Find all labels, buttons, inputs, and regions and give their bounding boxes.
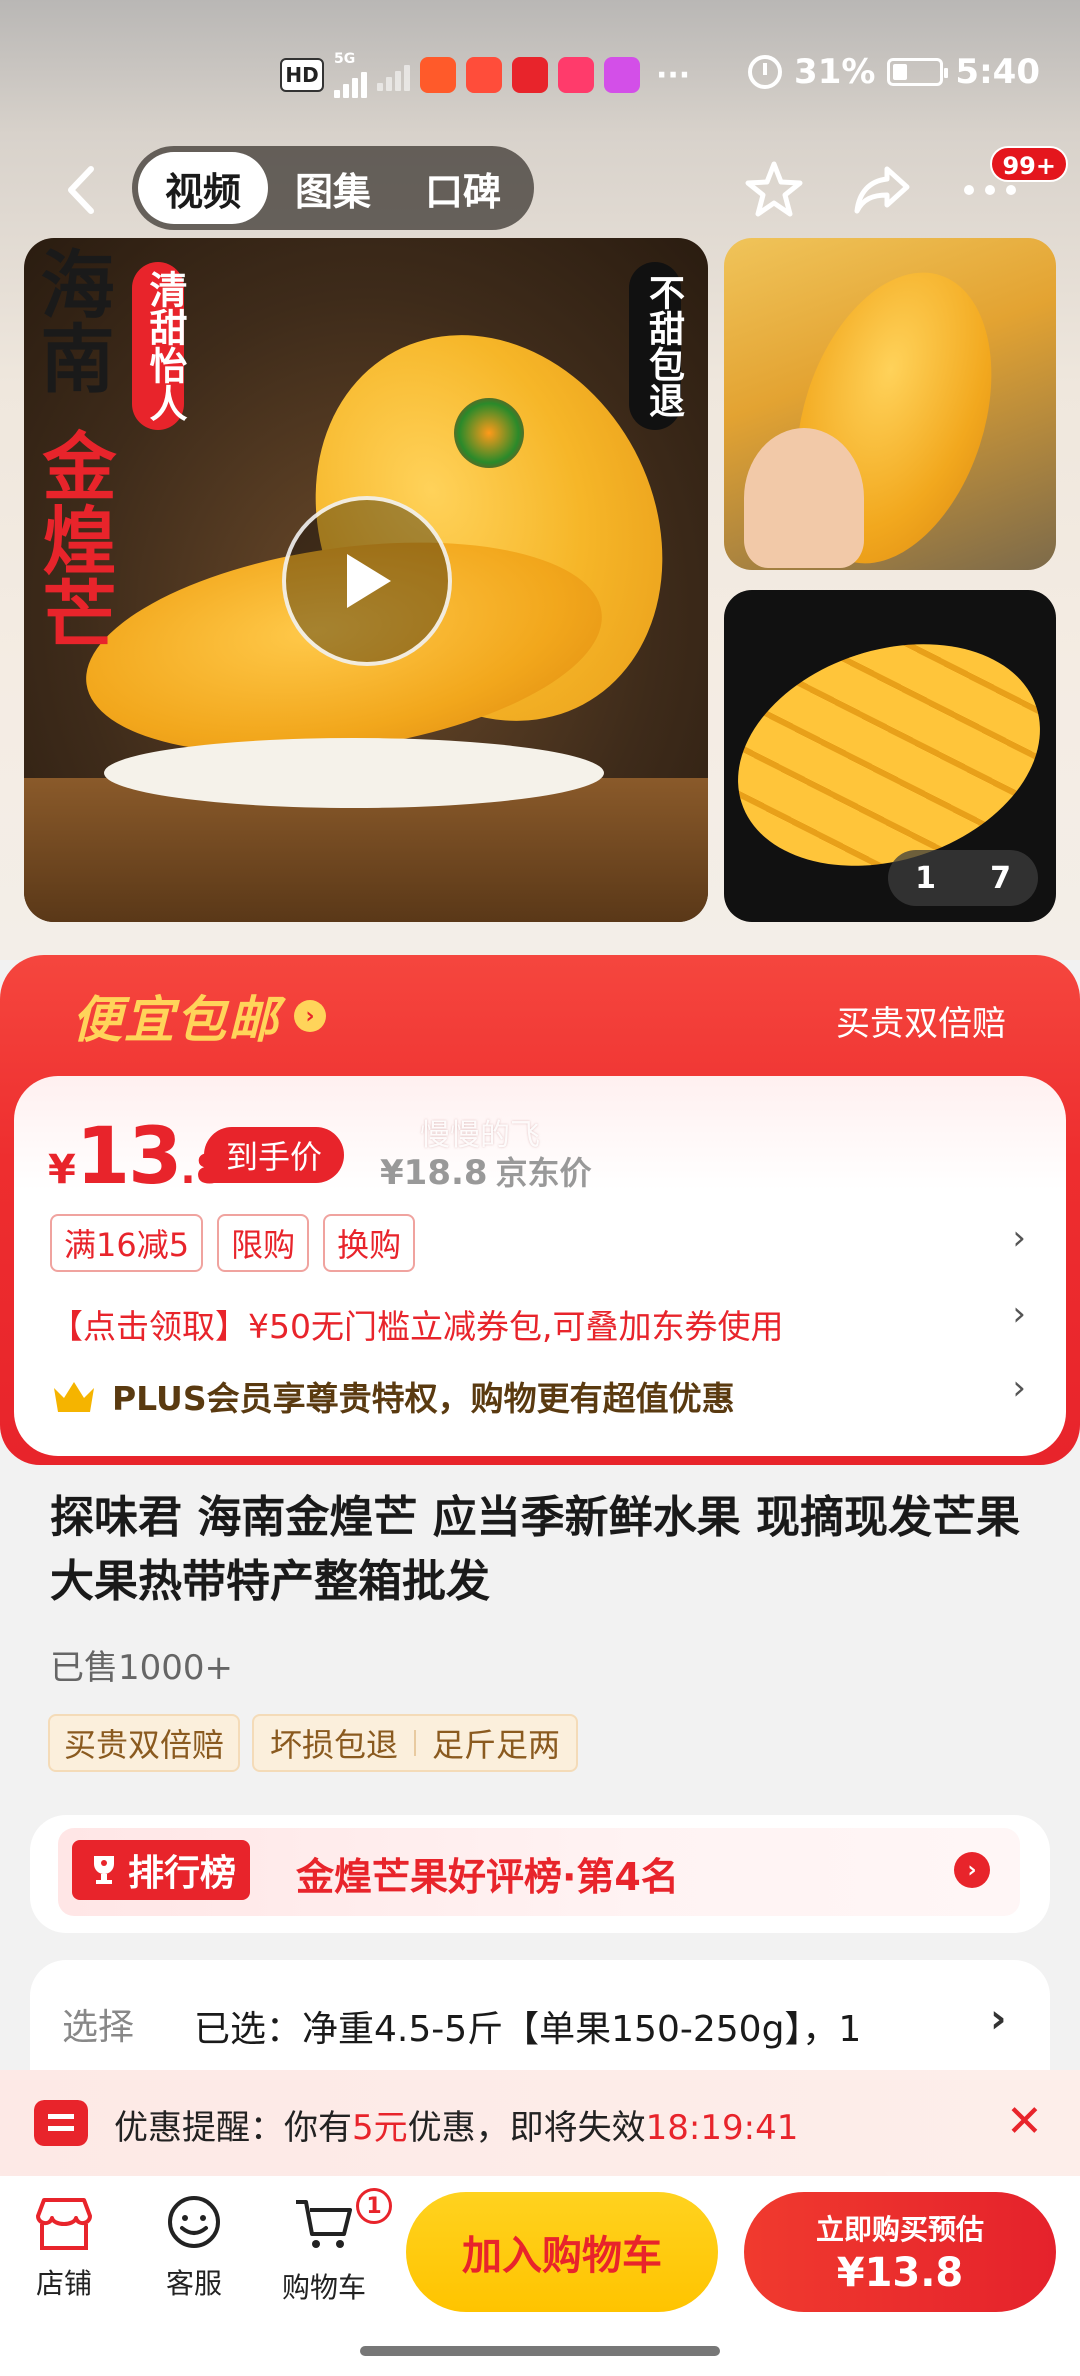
favorite-button[interactable] bbox=[740, 156, 808, 224]
status-bar: HD 5G ··· 31% 5:40 bbox=[0, 0, 1080, 150]
hand-image bbox=[744, 428, 864, 568]
trophy-icon bbox=[94, 1856, 114, 1884]
status-left-icons: HD 5G ··· bbox=[280, 52, 691, 98]
service-tag: 买贵双倍赔 bbox=[48, 1714, 241, 1772]
share-button[interactable] bbox=[848, 156, 916, 224]
app-notification-icon bbox=[420, 57, 456, 93]
cart-icon bbox=[296, 2200, 352, 2248]
mango-sticker-icon bbox=[454, 398, 524, 468]
gallery-thumbnail-1[interactable] bbox=[724, 238, 1056, 570]
store-icon bbox=[36, 2198, 92, 2250]
signal-5g: 5G bbox=[334, 52, 367, 98]
final-price-tag: 到手价 bbox=[204, 1127, 345, 1183]
service-tag: 坏损包退 bbox=[270, 1726, 399, 1764]
chevron-right-icon[interactable]: › bbox=[1012, 1368, 1026, 1408]
overlay-title-red: 金煌芒 bbox=[30, 428, 116, 650]
coupon-icon bbox=[34, 2100, 88, 2146]
battery-percent: 31% bbox=[794, 52, 876, 92]
tab-gallery[interactable]: 图集 bbox=[268, 152, 398, 224]
overlay-title-left: 海南 bbox=[28, 246, 114, 394]
more-notifications-icon: ··· bbox=[656, 57, 691, 93]
promo-right-text[interactable]: 买贵双倍赔 bbox=[836, 996, 1006, 1045]
main-product-video[interactable]: 海南 金煌芒 清甜怡人 不甜包退 bbox=[24, 238, 708, 922]
sold-count: 已售1000+ bbox=[50, 1648, 234, 1688]
promo-tags[interactable]: 满16减5 限购 换购 bbox=[50, 1214, 416, 1272]
chevron-right-icon: › bbox=[294, 1000, 326, 1032]
service-tag-group: 坏损包退 足斤足两 bbox=[252, 1714, 579, 1772]
media-tabs: 视频 图集 口碑 bbox=[132, 146, 534, 230]
buy-now-button[interactable]: 立即购买预估 ¥13.8 bbox=[744, 2192, 1056, 2312]
home-indicator[interactable] bbox=[360, 2346, 720, 2356]
chevron-right-icon[interactable]: › bbox=[1012, 1218, 1026, 1258]
promo-title-text: 便宜包邮 bbox=[72, 991, 280, 1049]
more-icon bbox=[964, 185, 1016, 195]
promo-title[interactable]: 便宜包邮 › bbox=[72, 980, 326, 1052]
add-to-cart-button[interactable]: 加入购物车 bbox=[406, 2192, 718, 2312]
countdown: 18:19:41 bbox=[645, 2108, 799, 2148]
video-app-icon bbox=[604, 57, 640, 93]
chevron-left-icon bbox=[68, 166, 94, 214]
plate bbox=[104, 738, 604, 808]
service-tags[interactable]: 买贵双倍赔 坏损包退 足斤足两 bbox=[48, 1714, 579, 1772]
final-price: ¥ 13 .8 bbox=[48, 1112, 224, 1202]
store-button[interactable]: 店铺 bbox=[4, 2196, 124, 2302]
product-title: 探味君 海南金煌芒 应当季新鲜水果 现摘现发芒果大果热带特产整箱批发 bbox=[50, 1492, 1020, 1607]
top-nav: 视频 图集 口碑 99+ bbox=[0, 146, 1080, 232]
gallery-pager: 1 7 bbox=[888, 850, 1038, 906]
chat-smile-icon bbox=[168, 2196, 220, 2248]
status-right: 31% 5:40 bbox=[748, 52, 1040, 92]
overlay-tag-red: 清甜怡人 bbox=[132, 262, 187, 430]
promo-tag: 换购 bbox=[323, 1214, 416, 1272]
chevron-right-icon[interactable]: › bbox=[1012, 1294, 1026, 1334]
tab-video[interactable]: 视频 bbox=[138, 152, 268, 224]
app-notification-icon bbox=[466, 57, 502, 93]
chevron-right-icon[interactable]: › bbox=[990, 1996, 1006, 2042]
plus-membership-row[interactable]: PLUS会员享尊贵特权，购物更有超值优惠 bbox=[50, 1372, 735, 1420]
play-button[interactable] bbox=[282, 496, 452, 666]
promo-tag: 限购 bbox=[217, 1214, 310, 1272]
pager-current: 1 bbox=[915, 860, 936, 896]
notification-badge: 99+ bbox=[990, 146, 1068, 182]
pager-total: 7 bbox=[990, 860, 1011, 896]
cart-button[interactable]: 1 购物车 bbox=[264, 2188, 392, 2306]
service-tag: 足斤足两 bbox=[432, 1726, 561, 1764]
rank-badge: 排行榜 bbox=[72, 1840, 251, 1900]
alarm-icon bbox=[748, 55, 783, 89]
tab-reviews[interactable]: 口碑 bbox=[398, 152, 528, 224]
jd-price: ¥18.8 京东价 bbox=[380, 1153, 592, 1193]
selection-value: 已选：净重4.5-5斤【单果150-250g】，1 bbox=[194, 2009, 862, 2050]
battery-fill bbox=[893, 64, 908, 80]
close-icon[interactable]: ✕ bbox=[1006, 2096, 1043, 2147]
selection-label: 选择 bbox=[62, 2007, 135, 2048]
star-icon bbox=[745, 161, 803, 217]
back-button[interactable] bbox=[50, 160, 110, 220]
clock: 5:40 bbox=[955, 52, 1040, 92]
signal-icon bbox=[334, 66, 367, 98]
customer-service-button[interactable]: 客服 bbox=[134, 2196, 254, 2302]
share-icon bbox=[854, 166, 910, 214]
cart-icon-wrap: 1 bbox=[292, 2188, 392, 2256]
signal-2-icon bbox=[377, 59, 410, 91]
app-notification-icon bbox=[512, 57, 548, 93]
play-icon bbox=[347, 554, 391, 608]
gallery-thumbnail-2[interactable]: 1 7 bbox=[724, 590, 1056, 922]
crown-icon bbox=[54, 1382, 94, 1412]
rank-text: 金煌芒果好评榜·第4名 bbox=[296, 1855, 679, 1899]
overlay-tag-right: 不甜包退 bbox=[629, 262, 684, 430]
chevron-right-icon[interactable]: › bbox=[954, 1852, 990, 1888]
coupon-link[interactable]: 【点击领取】¥50无门槛立减券包,可叠加东券使用 bbox=[50, 1300, 783, 1348]
cart-count-badge: 1 bbox=[356, 2188, 392, 2224]
promo-tag: 满16减5 bbox=[50, 1214, 204, 1272]
app-notification-icon bbox=[558, 57, 594, 93]
reminder-text: 优惠提醒：你有5元优惠，即将失效18:19:41 bbox=[114, 2108, 799, 2148]
battery-icon bbox=[887, 58, 949, 86]
hd-icon: HD bbox=[280, 58, 324, 92]
